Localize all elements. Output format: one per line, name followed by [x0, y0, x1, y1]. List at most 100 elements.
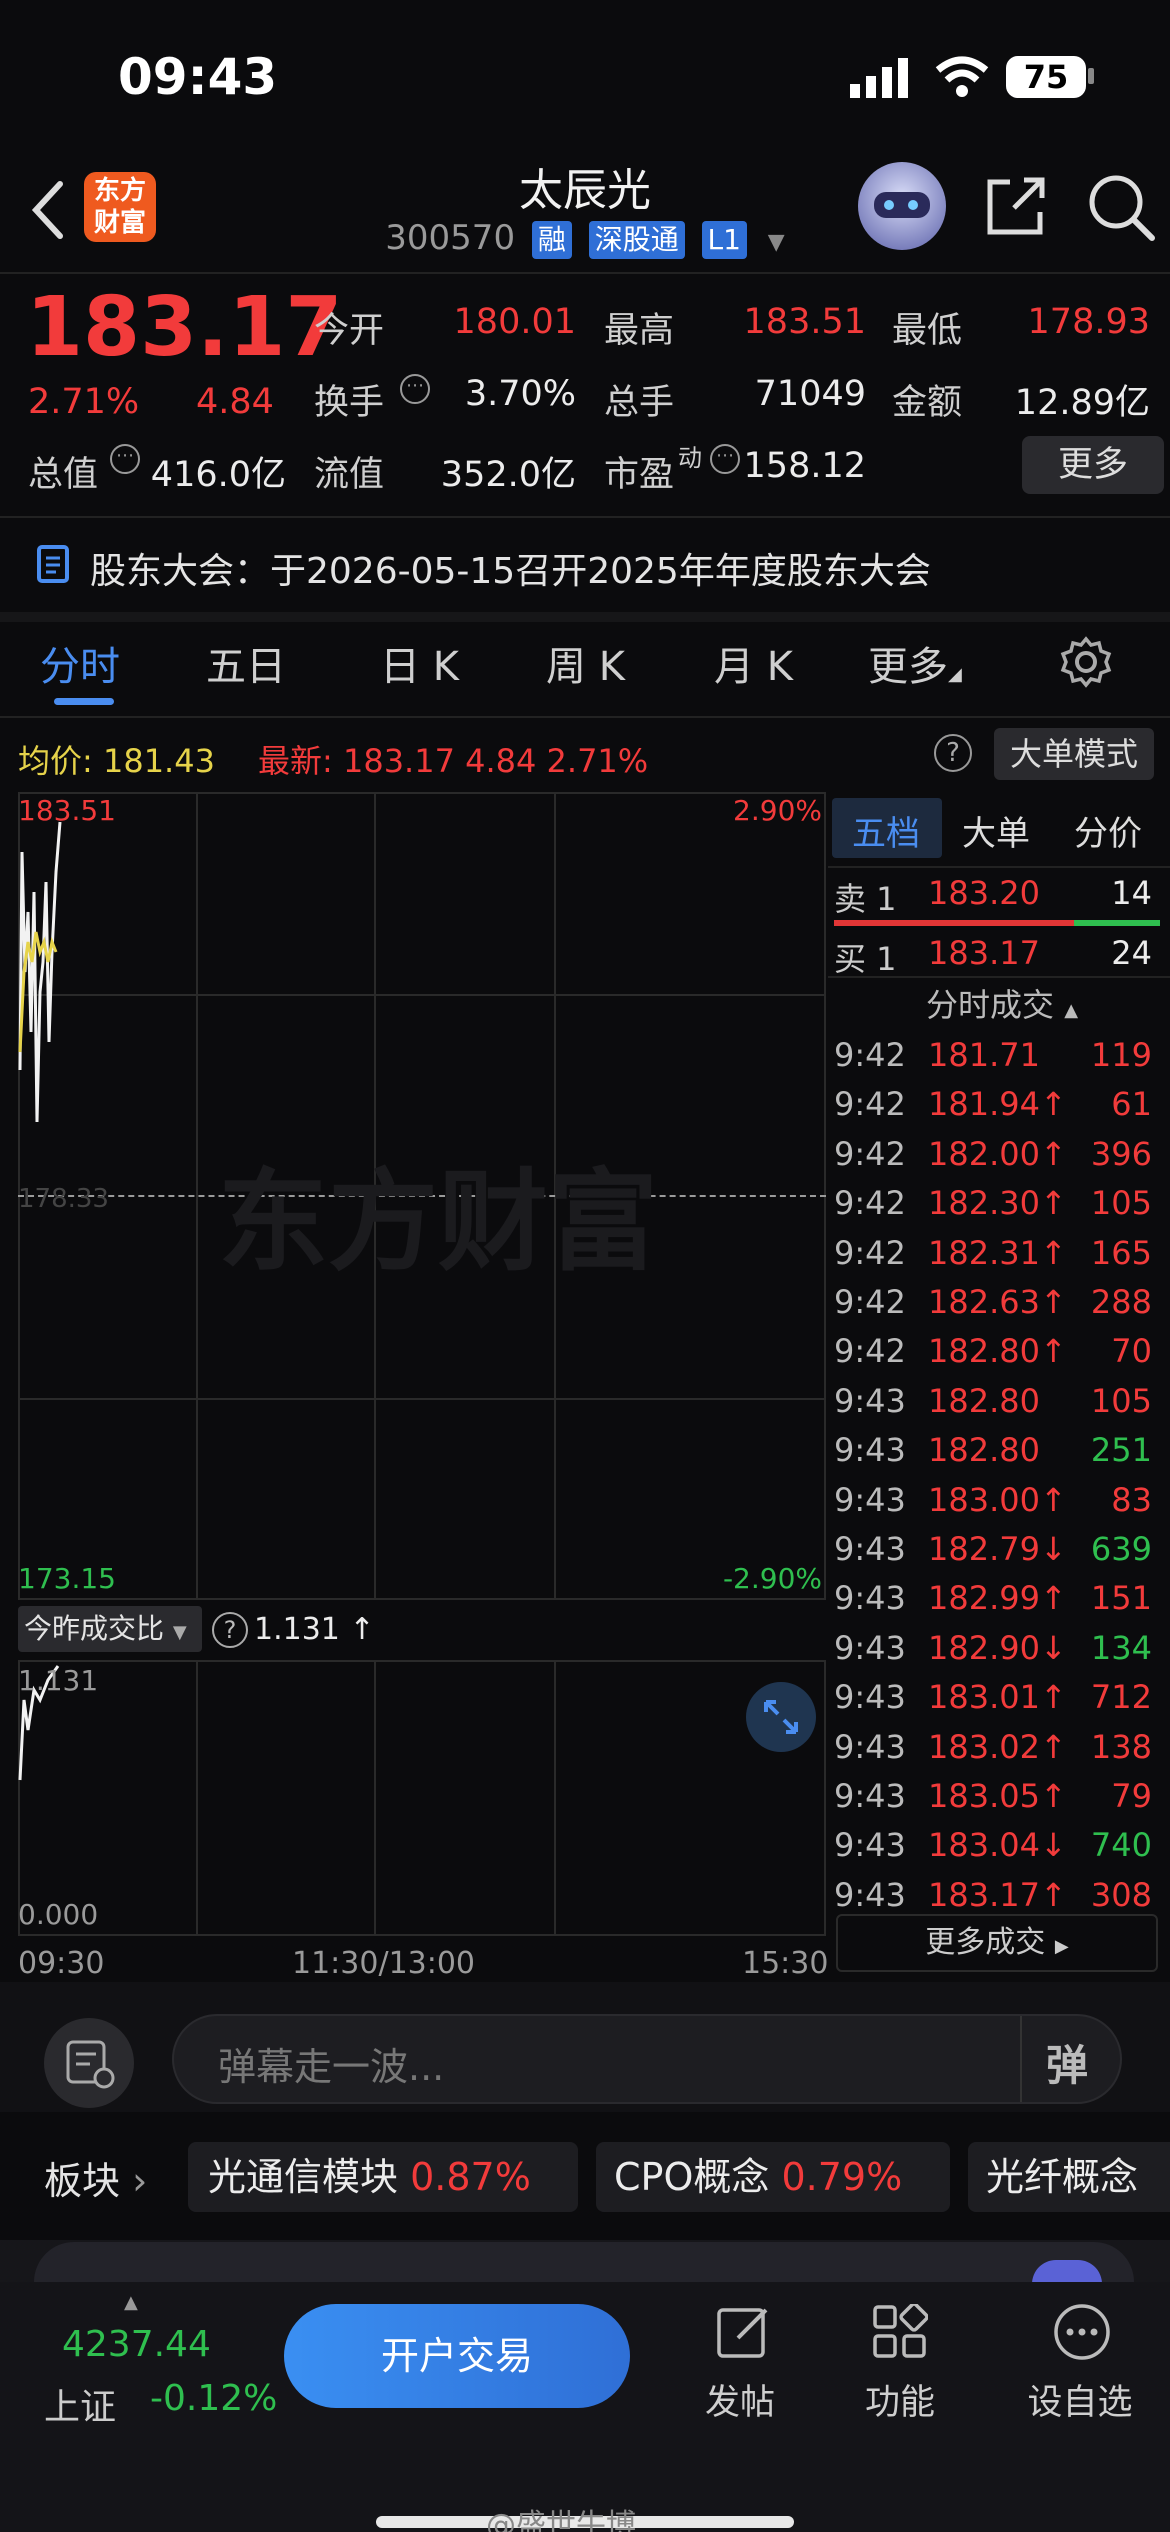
- pe-value: 158.12: [743, 446, 866, 486]
- help-icon[interactable]: ?: [934, 734, 972, 772]
- trade-row: 9:43 182.79↓ 639: [828, 1524, 1158, 1573]
- settings-gear-icon[interactable]: [1060, 636, 1112, 688]
- sector-pct: 0.79%: [781, 2155, 903, 2199]
- caret-up-icon: ▲: [1064, 1000, 1079, 1021]
- current-price: 183.17: [26, 280, 343, 375]
- trade-time: 9:43: [834, 1480, 906, 1519]
- trade-button-label: 开户交易: [380, 2334, 533, 2378]
- sector-chip[interactable]: CPO概念 0.79%: [596, 2142, 950, 2212]
- side-tab-level5[interactable]: 五档: [852, 806, 920, 855]
- big-order-mode-button[interactable]: 大单模式: [994, 728, 1154, 780]
- notice-bar[interactable]: 股东大会：于2026-05-15召开2025年年度股东大会: [0, 518, 1170, 610]
- sector-label[interactable]: 板块 ›: [44, 2150, 147, 2205]
- notice-text: 股东大会：于2026-05-15召开2025年年度股东大会: [90, 551, 931, 592]
- trade-time: 9:43: [834, 1381, 906, 1420]
- trade-button[interactable]: 开户交易: [284, 2304, 630, 2408]
- trade-volume: 740: [1090, 1826, 1152, 1865]
- help-icon[interactable]: ?: [212, 1612, 248, 1648]
- tab-weekly-k[interactable]: 周 K: [546, 634, 625, 692]
- tab-five-day[interactable]: 五日: [206, 634, 286, 692]
- sector-bar: 板块 › 光通信模块 0.87% CPO概念 0.79% 光纤概念: [0, 2116, 1170, 2240]
- side-tab-price-dist[interactable]: 分价: [1074, 806, 1142, 855]
- pe-superscript: 动: [678, 444, 702, 472]
- trade-row: 9:43 182.80 105: [828, 1376, 1158, 1425]
- sector-chip[interactable]: 光纤概念: [968, 2142, 1170, 2212]
- functions-nav-item[interactable]: 功能: [840, 2298, 960, 2438]
- watchlist-nav-item[interactable]: 设自选: [1010, 2298, 1150, 2438]
- stock-code: 300570: [385, 218, 516, 258]
- trade-row: 9:43 183.00↑ 83: [828, 1475, 1158, 1524]
- panel-handle[interactable]: [34, 2242, 1134, 2282]
- info-icon[interactable]: ⋯: [400, 374, 430, 404]
- trade-volume: 61: [1111, 1085, 1152, 1124]
- low-label: 最低: [892, 311, 963, 351]
- ratio-bottom-label: 0.000: [18, 1898, 99, 1931]
- assistant-peek[interactable]: [1032, 2260, 1102, 2284]
- dropdown-icon[interactable]: ▼: [768, 230, 785, 255]
- tab-more[interactable]: 更多◢: [868, 634, 962, 692]
- danmaku-bar: 弹幕走一波... 弹: [0, 1982, 1170, 2112]
- tab-indicator: [54, 698, 114, 705]
- divider: [828, 976, 1170, 978]
- ratio-value: 1.131 ↑: [254, 1612, 375, 1647]
- time-end: 15:30: [742, 1946, 829, 1981]
- intraday-chart[interactable]: 东方财富 178.33 183.51 2.90% 173.15 -2.90%: [18, 792, 826, 1600]
- post-nav-item[interactable]: 发帖: [680, 2298, 800, 2438]
- side-tab-big-orders[interactable]: 大单: [962, 806, 1030, 855]
- tab-monthly-k[interactable]: 月 K: [714, 634, 793, 692]
- tab-daily-k[interactable]: 日 K: [380, 634, 459, 692]
- sector-chip[interactable]: 光通信模块 0.87%: [188, 2142, 578, 2212]
- tab-more-label: 更多: [868, 644, 948, 690]
- functions-label: 功能: [864, 2383, 935, 2423]
- ratio-selector[interactable]: 今昨成交比 ▼: [18, 1606, 202, 1652]
- index-pct: -0.12%: [150, 2378, 278, 2419]
- trade-row: 9:42 181.94↑ 61: [828, 1079, 1158, 1128]
- trade-time: 9:42: [834, 1184, 906, 1223]
- trade-volume: 83: [1111, 1480, 1152, 1519]
- trades-title[interactable]: 分时成交 ▲: [926, 980, 1078, 1026]
- danmaku-input[interactable]: 弹幕走一波... 弹: [172, 2014, 1122, 2104]
- trade-row: 9:42 182.00↑ 396: [828, 1129, 1158, 1178]
- info-icon[interactable]: ⋯: [110, 444, 140, 474]
- more-button[interactable]: 更多: [1022, 436, 1164, 494]
- low-value: 178.93: [1027, 302, 1150, 342]
- trade-volume: 79: [1111, 1777, 1152, 1815]
- trade-volume: 134: [1090, 1628, 1152, 1667]
- trade-price: 181.71: [928, 1036, 1040, 1074]
- tag-margin: 融: [531, 220, 572, 259]
- avg-price: 均价: 181.43: [18, 736, 215, 782]
- trade-row: 9:42 181.71 119: [828, 1030, 1158, 1079]
- more-trades-button[interactable]: 更多成交 ▶: [836, 1914, 1158, 1972]
- search-icon[interactable]: [1086, 172, 1156, 242]
- trade-volume: 712: [1090, 1678, 1152, 1717]
- tab-intraday[interactable]: 分时: [40, 634, 120, 692]
- danmaku-list-icon: [66, 2040, 115, 2089]
- ratio-chart[interactable]: 1.131 0.000: [18, 1660, 826, 1936]
- danmaku-send-button[interactable]: 弹: [1046, 2032, 1088, 2093]
- trade-volume: 165: [1090, 1233, 1152, 1272]
- buy-1-label: 买 1: [834, 940, 897, 978]
- chevron-right-icon: ›: [132, 2159, 148, 2203]
- share-icon[interactable]: [984, 174, 1048, 238]
- status-time: 09:43: [118, 48, 278, 106]
- assistant-avatar[interactable]: [858, 162, 946, 250]
- change-percent: 2.71%: [28, 382, 140, 422]
- watchlist-label: 设自选: [1027, 2383, 1133, 2423]
- divider: [0, 716, 1170, 718]
- turnover-label: 换手: [314, 383, 385, 423]
- trade-volume: 639: [1090, 1530, 1152, 1568]
- trade-price: 183.02↑: [928, 1727, 1067, 1766]
- trade-price: 182.63↑: [928, 1283, 1067, 1321]
- volume-value: 71049: [754, 374, 866, 414]
- danmaku-toggle-button[interactable]: [44, 2018, 134, 2108]
- trade-price: 182.80: [928, 1381, 1040, 1420]
- trade-row: 9:43 183.05↑ 79: [828, 1771, 1158, 1820]
- expand-button[interactable]: [746, 1682, 816, 1752]
- trade-time: 9:43: [834, 1727, 906, 1766]
- high-value: 183.51: [743, 302, 866, 342]
- sell-1-volume: 14: [1111, 874, 1152, 912]
- trade-row: 9:42 182.80↑ 70: [828, 1326, 1158, 1375]
- trade-price: 182.00↑: [928, 1134, 1067, 1173]
- index-value[interactable]: 4237.44: [62, 2324, 211, 2365]
- sector-name: 光通信模块: [208, 2155, 399, 2199]
